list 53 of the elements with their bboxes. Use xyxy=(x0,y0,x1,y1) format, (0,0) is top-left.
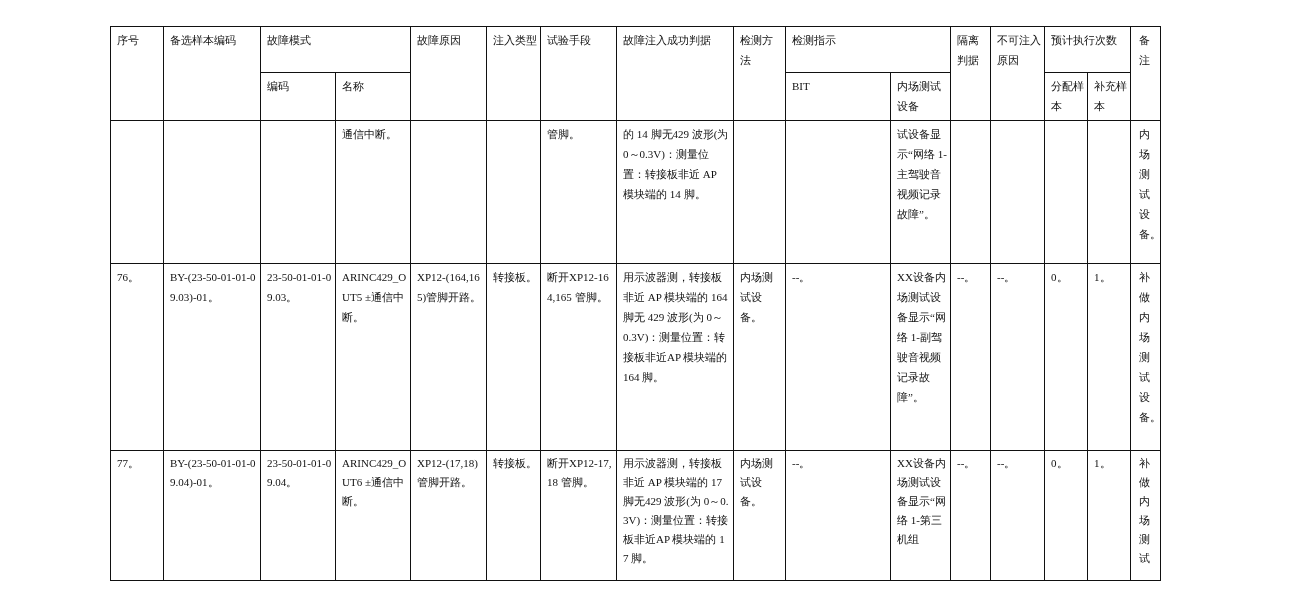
table-cell: 断开XP12-17,18 管脚。 xyxy=(540,450,617,581)
table-cell: 0。 xyxy=(1044,450,1088,581)
table-cell: 内场测试设备。 xyxy=(1130,120,1161,264)
column-header: 检测方法 xyxy=(733,26,786,121)
column-header: BIT xyxy=(785,72,891,121)
table-cell: --。 xyxy=(950,263,991,451)
column-header: 故障模式 xyxy=(260,26,411,73)
column-header: 编码 xyxy=(260,72,336,121)
column-header: 检测指示 xyxy=(785,26,951,73)
column-header: 注入类型 xyxy=(486,26,541,121)
column-header: 分配样本 xyxy=(1044,72,1088,121)
table-cell: --。 xyxy=(785,263,891,451)
table-cell: 补做内场测试设备。 xyxy=(1130,263,1161,451)
column-header: 序号 xyxy=(110,26,164,121)
column-header: 隔离判据 xyxy=(950,26,991,121)
column-header: 故障注入成功判据 xyxy=(616,26,734,121)
table-cell: 用示波器测，转接板非近 AP 模块端的 17 脚无429 波形(为 0～0.3V)：测量位置：转接板非近AP 模块端的 17 脚。 xyxy=(616,450,734,581)
table-cell: 通信中断。 xyxy=(335,120,411,264)
table-cell: 内场测试设备。 xyxy=(733,263,786,451)
table-cell: BY-(23-50-01-01-09.03)-01。 xyxy=(163,263,261,451)
table-cell: 转接板。 xyxy=(486,450,541,581)
column-header: 备注 xyxy=(1130,26,1161,121)
table-cell: 内场测试设备。 xyxy=(733,450,786,581)
table-cell: ARINC429_OUT6 ±通信中断。 xyxy=(335,450,411,581)
table-cell: XP12-(17,18)管脚开路。 xyxy=(410,450,487,581)
table-cell: --。 xyxy=(990,263,1045,451)
table-cell: XX设备内场测试设备显示“网络 1-第三机组 xyxy=(890,450,951,581)
table-cell: ARINC429_OUT5 ±通信中断。 xyxy=(335,263,411,451)
table-cell: 的 14 脚无429 波形(为 0～0.3V)：测量位置：转接板非近 AP 模块端的 14 脚。 xyxy=(616,120,734,264)
table-cell: 断开XP12-164,165 管脚。 xyxy=(540,263,617,451)
table-cell: --。 xyxy=(990,450,1045,581)
table-cell: 1。 xyxy=(1087,450,1131,581)
table-cell: 转接板。 xyxy=(486,263,541,451)
table-cell: 管脚。 xyxy=(540,120,617,264)
table-cell: 1。 xyxy=(1087,263,1131,451)
table-cell: 试设备显示“网络 1-主驾驶音视频记录故障”。 xyxy=(890,120,951,264)
table-cell: XP12-(164,165)管脚开路。 xyxy=(410,263,487,451)
table-cell: 0。 xyxy=(1044,263,1088,451)
table-cell: 76。 xyxy=(110,263,164,451)
table-cell: XX设备内场测试设备显示“网络 1-副驾驶音视频记录故障”。 xyxy=(890,263,951,451)
column-header: 备选样本编码 xyxy=(163,26,261,121)
column-header: 不可注入原因 xyxy=(990,26,1045,121)
table-cell: 补做内场测试 xyxy=(1130,450,1161,581)
column-header: 预计执行次数 xyxy=(1044,26,1131,73)
table-cell: --。 xyxy=(950,450,991,581)
table-cell: 用示波器测，转接板非近 AP 模块端的 164 脚无 429 波形(为 0～0.3V)：测量位置：转接板非近AP 模块端的164 脚。 xyxy=(616,263,734,451)
table-cell: --。 xyxy=(785,450,891,581)
column-header: 试验手段 xyxy=(540,26,617,121)
table-cell: BY-(23-50-01-01-09.04)-01。 xyxy=(163,450,261,581)
column-header: 故障原因 xyxy=(410,26,487,121)
table-cell: 23-50-01-01-09.03。 xyxy=(260,263,336,451)
table-cell: 23-50-01-01-09.04。 xyxy=(260,450,336,581)
table-cell: 77。 xyxy=(110,450,164,581)
